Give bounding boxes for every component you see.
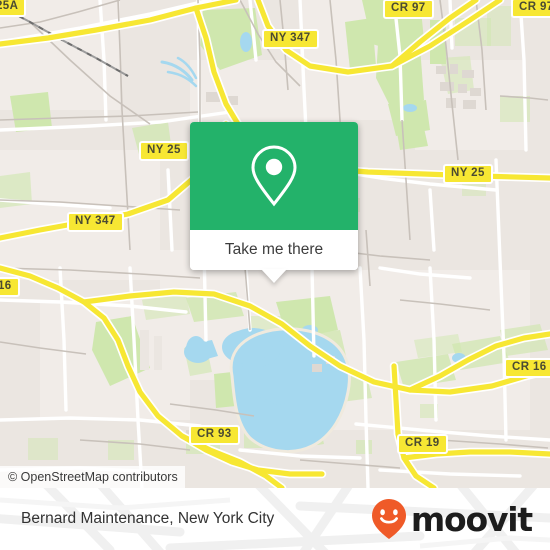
road-shield: CR 97 xyxy=(511,0,550,18)
road-shield: NY 347 xyxy=(67,212,124,232)
road-shield: 16 xyxy=(0,277,20,297)
map-canvas[interactable]: 25A CR 97 CR 97 NY 347 NY 25 NY 25 NY 34… xyxy=(0,0,550,488)
moovit-brand[interactable]: moovit xyxy=(369,488,533,550)
callout-pin-area xyxy=(190,122,358,230)
road-shield: CR 97 xyxy=(383,0,434,19)
place-title: Bernard Maintenance, New York City xyxy=(21,510,275,527)
footer-bar: Bernard Maintenance, New York City moovi… xyxy=(0,488,550,550)
road-shield: CR 93 xyxy=(189,425,240,445)
road-shield: CR 19 xyxy=(397,434,448,454)
road-shield: NY 25 xyxy=(443,164,493,184)
road-shield: NY 347 xyxy=(262,29,319,49)
map-pin-icon xyxy=(251,145,297,207)
road-shield: NY 25 xyxy=(139,141,189,161)
take-me-there-callout[interactable]: Take me there xyxy=(190,122,358,283)
road-shield: 25A xyxy=(0,0,27,17)
callout-pointer xyxy=(261,269,287,283)
map-screenshot: 25A CR 97 CR 97 NY 347 NY 25 NY 25 NY 34… xyxy=(0,0,550,550)
road-shield: CR 16 xyxy=(504,358,550,378)
osm-attribution[interactable]: © OpenStreetMap contributors xyxy=(0,466,185,488)
moovit-smiley-pin-icon xyxy=(371,499,406,539)
moovit-wordmark: moovit xyxy=(410,499,533,539)
callout-action-label[interactable]: Take me there xyxy=(190,230,358,270)
